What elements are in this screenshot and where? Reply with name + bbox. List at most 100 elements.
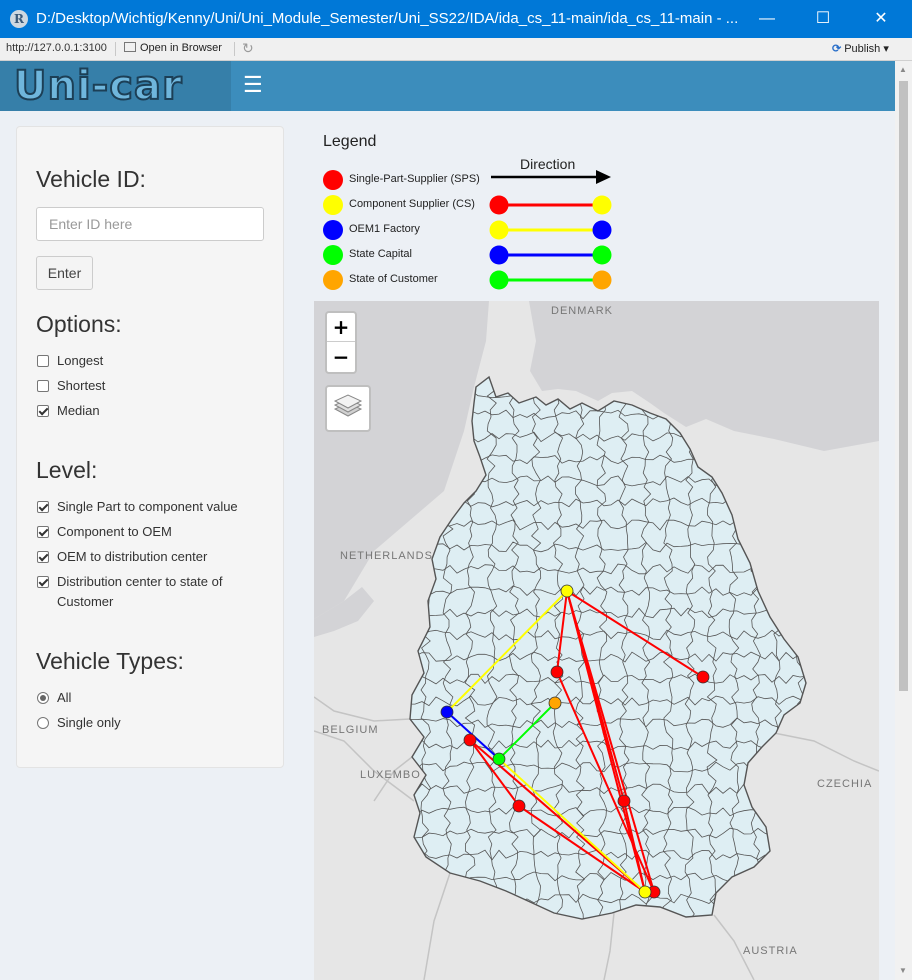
median-checkbox[interactable] <box>37 405 49 417</box>
layers-icon <box>333 394 363 417</box>
route-marker[interactable] <box>617 794 631 808</box>
logo-area: Uni-car <box>0 61 231 111</box>
legend-connection-dot <box>489 195 509 215</box>
legend-label-cs: Component Supplier (CS) <box>349 198 475 210</box>
vehicle-id-input[interactable] <box>36 207 264 241</box>
vertical-scrollbar[interactable]: ▲ ▼ <box>895 61 912 980</box>
scroll-up-arrow-icon[interactable]: ▲ <box>899 65 907 74</box>
neighbour-border <box>314 730 415 802</box>
toolbar-divider <box>234 42 235 56</box>
map-label-denmark: DENMARK <box>551 305 614 317</box>
neighbour-border <box>603 912 615 980</box>
map-label-austria: AUSTRIA <box>743 945 798 957</box>
district-border <box>410 915 806 919</box>
r-app-icon: R <box>10 10 28 28</box>
option-label: Longest <box>57 353 104 368</box>
route-marker[interactable] <box>560 584 574 598</box>
level-label: Distribution center to state of <box>57 574 223 589</box>
legend-connection-dot <box>592 220 612 240</box>
zoom-out-button[interactable]: − <box>327 343 355 372</box>
enter-button[interactable]: Enter <box>36 256 93 290</box>
zoom-control: + − <box>325 311 357 374</box>
legend-connection-dot <box>489 220 509 240</box>
level-label: OEM to distribution center <box>57 549 208 564</box>
level-label-continued: Customer <box>57 594 114 609</box>
level-label: Single Part to component value <box>57 499 238 514</box>
window-title-bar: R D:/Desktop/Wichtig/Kenny/Uni/Uni_Modul… <box>0 0 912 38</box>
legend-dot-capital <box>323 245 343 265</box>
legend-label-sps: Single-Part-Supplier (SPS) <box>349 173 480 185</box>
route-marker[interactable] <box>440 705 454 719</box>
level-checkbox[interactable] <box>37 526 49 538</box>
sidebar-panel: Vehicle ID: Enter Options: Longest Short… <box>16 126 284 768</box>
route-map[interactable]: DENMARK NETHERLANDS BELGIUM LUXEMBO CZEC… <box>314 301 879 980</box>
options-title: Options: <box>36 311 122 337</box>
close-window-button[interactable]: ✕ <box>852 0 910 38</box>
legend-dot-customer <box>323 270 343 290</box>
url-display: http://127.0.0.1:3100 <box>6 42 107 54</box>
legend-dot-cs <box>323 195 343 215</box>
map-label-luxembourg: LUXEMBO <box>360 769 421 781</box>
neighbour-border <box>773 732 879 772</box>
scroll-down-arrow-icon[interactable]: ▼ <box>899 966 907 975</box>
legend-connection-dot <box>489 270 509 290</box>
route-marker[interactable] <box>550 665 564 679</box>
open-in-browser-button[interactable]: Open in Browser <box>124 42 222 54</box>
route-marker[interactable] <box>512 799 526 813</box>
route-marker[interactable] <box>492 752 506 766</box>
toolbar-divider <box>115 42 116 56</box>
vehicle-id-title: Vehicle ID: <box>36 166 146 192</box>
legend-title: Legend <box>323 133 377 150</box>
option-label: Shortest <box>57 378 106 393</box>
viewer-toolbar: http://127.0.0.1:3100 Open in Browser ↻ … <box>0 38 912 61</box>
layers-button[interactable] <box>325 385 371 432</box>
radio-label: All <box>57 690 72 705</box>
refresh-icon[interactable]: ↻ <box>242 40 254 57</box>
minimize-button[interactable]: — <box>738 0 796 38</box>
map-label-belgium: BELGIUM <box>322 724 379 736</box>
legend-label-oem: OEM1 Factory <box>349 223 420 235</box>
publish-icon: ⟳ <box>832 43 842 55</box>
map-label-czechia: CZECHIA <box>817 778 873 790</box>
legend-label-capital: State Capital <box>349 248 412 260</box>
uni-car-logo: Uni-car <box>13 62 183 110</box>
publish-button[interactable]: ⟳ Publish ▾ <box>832 42 889 55</box>
longest-checkbox[interactable] <box>37 355 49 367</box>
open-window-icon <box>124 42 136 52</box>
route-marker[interactable] <box>696 670 710 684</box>
vehicle-types-title: Vehicle Types: <box>36 648 184 674</box>
app-header: Uni-car ☰ <box>0 61 895 111</box>
route-marker[interactable] <box>638 885 652 899</box>
level-checkbox[interactable] <box>37 576 49 588</box>
single-only-radio[interactable] <box>37 717 49 729</box>
publish-label: Publish <box>844 43 881 55</box>
scrollbar-thumb[interactable] <box>899 81 908 691</box>
legend-connection-dot <box>489 245 509 265</box>
direction-arrow-icon <box>491 170 611 184</box>
legend-dot-sps <box>323 170 343 190</box>
legend-connection-lines <box>489 195 612 290</box>
app-window: R D:/Desktop/Wichtig/Kenny/Uni/Uni_Modul… <box>0 0 912 980</box>
level-title: Level: <box>36 457 98 483</box>
level-checkbox[interactable] <box>37 551 49 563</box>
legend-label-customer: State of Customer <box>349 273 438 285</box>
district-border <box>794 377 806 919</box>
map-basemap <box>314 301 879 980</box>
map-label-netherlands: NETHERLANDS <box>340 550 433 562</box>
all-radio[interactable] <box>37 692 49 704</box>
option-label: Median <box>57 403 100 418</box>
radio-label: Single only <box>57 715 121 730</box>
menu-toggle-icon[interactable]: ☰ <box>243 73 263 97</box>
legend-connection-dot <box>592 195 612 215</box>
maximize-button[interactable]: ☐ <box>794 0 852 38</box>
zoom-in-button[interactable]: + <box>327 313 355 342</box>
neighbour-border <box>423 872 451 980</box>
level-checkbox[interactable] <box>37 501 49 513</box>
window-title: D:/Desktop/Wichtig/Kenny/Uni/Uni_Module_… <box>36 10 739 27</box>
open-in-browser-label: Open in Browser <box>140 42 222 54</box>
level-label: Component to OEM <box>57 524 172 539</box>
legend-connection-dot <box>592 245 612 265</box>
route-marker[interactable] <box>463 733 477 747</box>
shortest-checkbox[interactable] <box>37 380 49 392</box>
route-marker[interactable] <box>548 696 562 710</box>
